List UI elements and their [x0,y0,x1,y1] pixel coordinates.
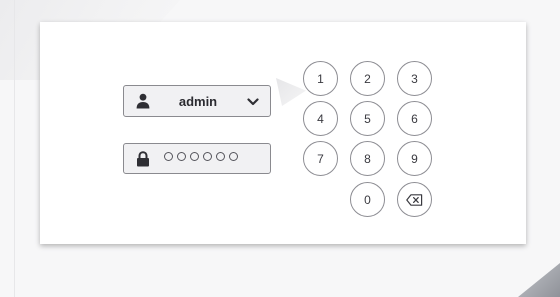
backspace-button[interactable] [397,182,432,217]
login-card [40,22,526,244]
key-label: 5 [364,111,371,126]
password-dot [190,152,199,161]
keypad-key-9[interactable]: 9 [397,141,432,176]
key-label: 4 [317,111,324,126]
username-value: admin [178,94,218,109]
password-dot [177,152,186,161]
keypad-key-1[interactable]: 1 [303,61,338,96]
key-label: 1 [317,71,324,86]
key-label: 7 [317,151,324,166]
keypad-key-3[interactable]: 3 [397,61,432,96]
key-label: 0 [364,192,371,207]
keypad-key-7[interactable]: 7 [303,141,338,176]
password-dot [203,152,212,161]
key-label: 9 [411,151,418,166]
key-label: 3 [411,71,418,86]
password-dot [229,152,238,161]
password-dot [216,152,225,161]
keypad-key-8[interactable]: 8 [350,141,385,176]
keypad-key-6[interactable]: 6 [397,101,432,136]
background-divider [14,0,15,297]
user-icon [136,93,150,109]
password-dots [164,152,238,161]
keypad-key-2[interactable]: 2 [350,61,385,96]
corner-decoration [518,263,560,297]
lock-icon [137,151,149,167]
password-field[interactable] [123,143,271,174]
key-label: 8 [364,151,371,166]
keypad-key-5[interactable]: 5 [350,101,385,136]
key-label: 2 [364,71,371,86]
backspace-icon [406,193,423,206]
chevron-down-icon[interactable] [247,96,259,108]
keypad-key-4[interactable]: 4 [303,101,338,136]
username-select[interactable]: admin [123,85,271,117]
keypad-key-0[interactable]: 0 [350,182,385,217]
password-dot [164,152,173,161]
key-label: 6 [411,111,418,126]
